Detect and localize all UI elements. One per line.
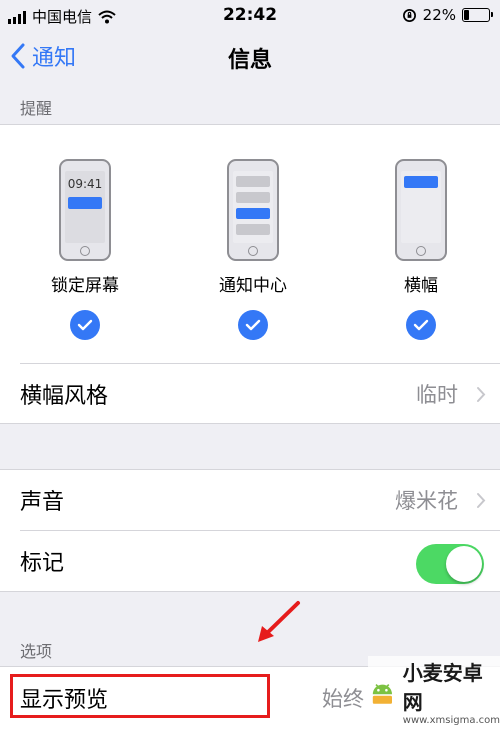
lock-screen-preview-icon: 09:41 xyxy=(59,159,111,261)
notification-center-preview-icon xyxy=(227,159,279,261)
status-bar: 中国电信 22:42 22% xyxy=(0,0,500,32)
alert-option-lock-screen[interactable]: 09:41 锁定屏幕 xyxy=(25,159,145,340)
alert-option-label: 锁定屏幕 xyxy=(51,276,119,296)
alerts-group: 09:41 锁定屏幕 通知中心 横幅 横幅风格 临时 xyxy=(0,124,500,424)
chevron-right-icon xyxy=(477,493,486,508)
watermark-title: 小麦安卓网 xyxy=(402,660,483,714)
badge-row: 标记 xyxy=(20,531,500,591)
alert-option-label: 横幅 xyxy=(404,276,438,296)
sound-row[interactable]: 声音 爆米花 xyxy=(20,470,500,530)
alert-option-banners[interactable]: 横幅 xyxy=(361,159,481,340)
banner-preview-icon xyxy=(395,159,447,261)
banner-style-label: 横幅风格 xyxy=(20,384,109,409)
alerts-section-header: 提醒 xyxy=(20,99,53,118)
lock-screen-time: 09:41 xyxy=(67,177,103,191)
alert-option-notification-center[interactable]: 通知中心 xyxy=(193,159,313,340)
red-arrow-icon xyxy=(258,601,300,642)
orientation-lock-icon xyxy=(402,8,416,22)
badge-label: 标记 xyxy=(20,551,65,576)
chevron-right-icon xyxy=(477,387,486,402)
battery-percent: 22% xyxy=(422,6,456,24)
alert-option-label: 通知中心 xyxy=(219,276,287,296)
show-previews-value: 始终 xyxy=(322,687,364,711)
sound-label: 声音 xyxy=(20,490,65,515)
checkmark-icon xyxy=(70,310,100,340)
banner-style-value: 临时 xyxy=(416,383,458,407)
checkmark-icon xyxy=(238,310,268,340)
banner-style-row[interactable]: 横幅风格 临时 xyxy=(20,364,500,424)
navigation-bar: 通知 信息 xyxy=(0,32,500,84)
watermark-url: www.xmsigma.com xyxy=(402,714,500,726)
page-title: 信息 xyxy=(227,48,272,73)
checkmark-icon xyxy=(406,310,436,340)
sound-badge-group: 声音 爆米花 标记 xyxy=(0,469,500,592)
battery-icon xyxy=(462,8,493,22)
badge-toggle[interactable] xyxy=(416,544,484,584)
sound-value: 爆米花 xyxy=(395,489,458,513)
android-logo-icon xyxy=(372,684,392,704)
watermark: 小麦安卓网 www.xmsigma.com xyxy=(368,656,500,726)
highlight-box xyxy=(10,674,270,718)
